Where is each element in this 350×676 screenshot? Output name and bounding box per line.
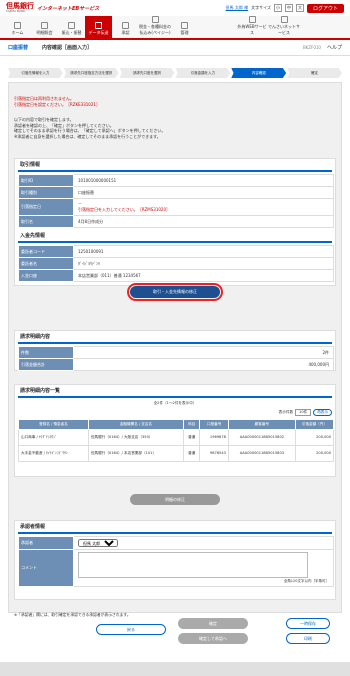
bank-logo[interactable]: 但馬銀行 TAJIMA BANK — [6, 3, 34, 13]
densai-icon — [280, 16, 288, 23]
global-nav: ホーム 明細照会 振込・振替 データ伝送 承認 税金・各種料金の払込み(ペイジー… — [0, 16, 350, 40]
step-5-current: 内容確認 — [231, 68, 287, 78]
nav-densai[interactable]: でんさいネットサービス — [268, 16, 300, 38]
nav-transfer[interactable]: 振込・振替 — [58, 16, 85, 38]
confirm-button[interactable]: 確定 — [178, 618, 248, 629]
approver-section: 承認者情報 承認者 但馬 太郎 コメント 全角120文字以内［半角可］ — [14, 520, 336, 600]
admin-icon — [181, 22, 188, 29]
nav-data-transfer[interactable]: データ伝送 — [85, 16, 112, 38]
billing-list-table: 登録名 / 預金者名 金融機関名 / 支店名 科目 口座番号 顧客番号 引落金額… — [18, 419, 335, 462]
step-1: 引落先情報を入力 — [8, 68, 63, 78]
font-small-button[interactable]: 小 — [273, 4, 282, 12]
billing-list-title: 請求明細内容一覧 — [18, 385, 332, 398]
nav-home[interactable]: ホーム — [4, 16, 31, 38]
nav-approval[interactable]: 承認 — [112, 16, 139, 38]
edit-details-button[interactable]: 明細の修正 — [130, 494, 220, 505]
transaction-table: 取引ID 101001000000151 取引種別 口座振替 引落指定日－引落指定日… — [18, 174, 334, 228]
page-size-controls: 表示件数 10件 再表示 — [15, 409, 335, 419]
approver-table: 承認者 但馬 太郎 コメント 全角120文字以内［半角可］ — [18, 536, 334, 587]
nav-admin[interactable]: 管理 — [171, 16, 198, 38]
approval-icon — [122, 22, 129, 29]
payeasy-icon — [151, 16, 159, 23]
nav-statement[interactable]: 明細照会 — [31, 16, 58, 38]
billing-summary-table: 件数 2件 引落金額合計 400,000円 — [18, 346, 334, 371]
service-name: インターネットEBサービス — [37, 5, 100, 12]
payee-table: 委託者コード 1250100091 委託者名 ﾀﾞｲｼﾞﾖｳﾃﾞﾝｷ 入金口座 本店営… — [18, 245, 334, 282]
font-size-label: 文字サイズ — [251, 5, 271, 10]
font-large-button[interactable]: 大 — [295, 4, 304, 12]
step-6: 確定 — [287, 68, 342, 78]
nav-foreign-exchange[interactable]: 外為WEBサービス — [236, 16, 268, 38]
save-draft-button[interactable]: 一時保存 — [286, 618, 330, 629]
globe-icon — [248, 16, 256, 23]
confirm-and-approve-button[interactable]: 確定して承認へ — [178, 633, 248, 644]
logout-button[interactable]: ログアウト — [306, 3, 344, 13]
step-3: 請求先口座を選択 — [119, 68, 175, 78]
record-count: 全2件（1～2件を表示中） — [153, 401, 197, 405]
error-line-2: 引落指定日を設定ください。［RZKE331021］ — [14, 102, 100, 107]
approver-note: ※「承認者」欄には、取引確定を承認できる承認者が表示されます。 — [14, 612, 131, 617]
user-name[interactable]: 但馬 太郎 様 — [226, 5, 249, 11]
step-indicator: 引落先情報を入力 請求先口座指定方法を選択 請求先口座を選択 引落金額を入力 内… — [8, 68, 342, 78]
approver-select[interactable]: 但馬 太郎 — [78, 539, 118, 547]
help-link[interactable]: ヘルプ — [327, 44, 342, 51]
billing-summary-section: 請求明細内容 件数 2件 引落金額合計 400,000円 — [14, 330, 336, 371]
transaction-and-payee-section: 取引情報 取引ID 101001000000151 取引種別 口座振替 引落指定日－… — [14, 158, 336, 301]
header: 但馬銀行 TAJIMA BANK インターネットEBサービス 但馬 太郎 様 文… — [0, 0, 350, 16]
sub-header: 口座振替 内容確認［画面入力］ BKZF010 ヘルプ — [0, 40, 350, 56]
error-messages: 引落指定日は再利用されません。 引落指定日を設定ください。［RZKE331021… — [14, 96, 336, 108]
nav-payeasy[interactable]: 税金・各種料金の払込み(ペイジー) — [139, 16, 171, 38]
screen-code: BKZF010 — [302, 45, 321, 50]
transfer-icon — [68, 22, 75, 29]
step-2: 請求先口座指定方法を選択 — [63, 68, 119, 78]
redisplay-button[interactable]: 再表示 — [313, 409, 332, 416]
payee-section-title: 入金先情報 — [18, 230, 332, 243]
comment-field[interactable] — [78, 552, 308, 578]
step-4: 引落金額を入力 — [175, 68, 231, 78]
footer — [0, 662, 350, 676]
table-row: 山口商事 / ﾔﾏｸﾞﾁｼﾖｳｼﾞ 但馬銀行（0164）/ 大阪支店（350） … — [18, 429, 335, 446]
category-title: 口座振替 — [8, 45, 29, 51]
billing-list-section: 請求明細内容一覧 全2件（1～2件を表示中） 表示件数 10件 再表示 登録名 … — [14, 384, 336, 477]
billing-section-title: 請求明細内容 — [18, 331, 332, 344]
table-row: 大手金不動産 / ﾀｲﾃｷﾞﾝﾌﾄﾞｳｻﾝ 但馬銀行（0164）/ 本店営業部（… — [18, 445, 335, 462]
transaction-section-title: 取引情報 — [18, 159, 332, 172]
statement-icon — [41, 22, 48, 29]
approver-section-title: 承認者情報 — [18, 521, 332, 534]
font-medium-button[interactable]: 中 — [284, 4, 293, 12]
intro-text: 以下の内容で取引を確定します。 承認者を確認の上、「確定」ボタンを押してください… — [14, 117, 336, 139]
print-button[interactable]: 印刷 — [286, 633, 330, 644]
intro-line-4: ※承認者に自身を選択した場合は、確定してそのまま承認を行うことができます。 — [14, 133, 161, 139]
edit-transaction-payee-button[interactable]: 取引・入金先情報の修正 — [127, 283, 223, 301]
page-size-select[interactable]: 10件 — [295, 409, 312, 416]
page-title: 内容確認［画面入力］ — [42, 45, 93, 51]
home-icon — [14, 22, 21, 29]
data-transfer-icon — [95, 22, 102, 29]
bank-logo-sub: TAJIMA BANK — [6, 9, 26, 13]
page: 但馬銀行 TAJIMA BANK インターネットEBサービス 但馬 太郎 様 文… — [0, 0, 350, 676]
back-button[interactable]: 戻る — [96, 624, 166, 635]
